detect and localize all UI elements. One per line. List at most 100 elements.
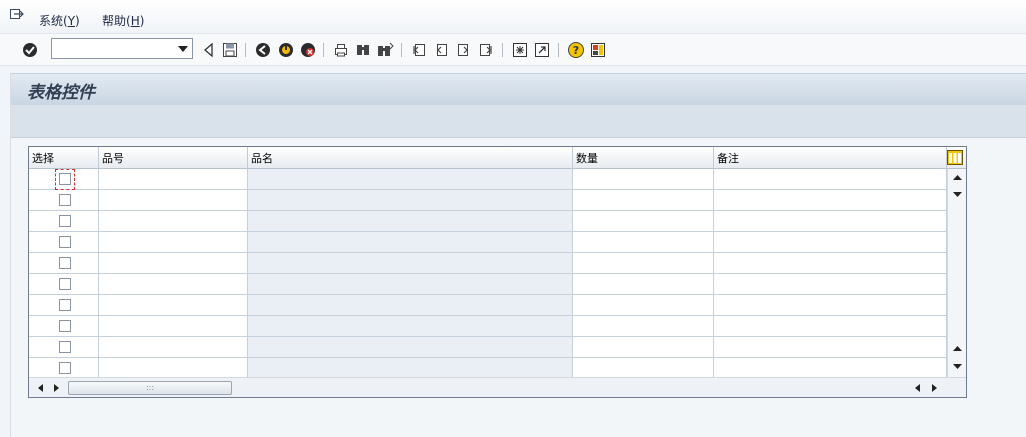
layout-menu-icon[interactable] [589,41,607,59]
row-select-checkbox[interactable] [59,257,71,269]
new-session-icon[interactable] [511,41,529,59]
quantity-cell[interactable] [573,169,714,189]
scroll-down-icon[interactable] [951,360,963,372]
scroll-left-icon[interactable] [34,382,46,394]
item-no-cell[interactable] [99,274,248,294]
quantity-cell[interactable] [573,316,714,336]
column-header-remark[interactable]: 备注 [714,147,947,169]
item-no-cell[interactable] [99,232,248,252]
select-cell[interactable] [29,358,99,378]
item-name-cell[interactable] [248,169,573,189]
print-icon[interactable] [332,41,350,59]
item-name-cell[interactable] [248,232,573,252]
item-no-cell[interactable] [99,295,248,315]
row-select-checkbox[interactable] [59,194,71,206]
page-down-icon[interactable] [951,188,963,200]
save-icon[interactable] [221,41,239,59]
exit-icon[interactable] [277,41,295,59]
select-cell[interactable] [29,316,99,336]
back-navigation-icon[interactable] [254,41,272,59]
select-cell[interactable] [29,190,99,210]
first-page-icon[interactable] [410,41,428,59]
row-select-checkbox[interactable] [59,320,71,332]
row-select-checkbox[interactable] [59,362,71,374]
scroll-left-end-icon[interactable] [911,382,923,394]
select-cell[interactable] [29,253,99,273]
quantity-cell[interactable] [573,232,714,252]
next-page-icon[interactable] [455,41,473,59]
system-menu-icon[interactable] [10,9,24,21]
command-dropdown-button[interactable] [174,39,192,58]
row-select-checkbox[interactable] [59,299,71,311]
row-select-checkbox[interactable] [59,236,71,248]
column-header-item-no[interactable]: 品号 [99,147,248,169]
cancel-icon[interactable] [299,41,317,59]
column-header-quantity[interactable]: 数量 [573,147,714,169]
item-name-cell[interactable] [248,211,573,231]
back-icon[interactable] [200,41,218,59]
last-page-icon[interactable] [477,41,495,59]
page-up-icon[interactable] [951,342,963,354]
row-select-checkbox[interactable] [59,278,71,290]
remark-cell[interactable] [714,232,947,252]
remark-cell[interactable] [714,274,947,294]
shortcut-icon[interactable] [533,41,551,59]
find-next-icon[interactable] [376,41,394,59]
remark-cell[interactable] [714,211,947,231]
remark-cell[interactable] [714,169,947,189]
select-cell[interactable] [29,337,99,357]
remark-cell[interactable] [714,316,947,336]
horizontal-scrollbar[interactable]: ::: [29,377,966,397]
item-no-cell[interactable] [99,190,248,210]
item-no-cell[interactable] [99,253,248,273]
remark-cell[interactable] [714,253,947,273]
item-name-cell[interactable] [248,295,573,315]
scroll-right-end-icon[interactable] [928,382,940,394]
remark-cell[interactable] [714,190,947,210]
remark-cell[interactable] [714,295,947,315]
item-name-cell[interactable] [248,337,573,357]
svg-text:?: ? [573,44,579,57]
quantity-cell[interactable] [573,295,714,315]
help-icon[interactable]: ? [567,41,585,59]
remark-cell[interactable] [714,358,947,378]
menu-system[interactable]: 系统(Y) [39,12,80,29]
column-header-select[interactable]: 选择 [29,147,99,169]
vertical-scrollbar[interactable] [947,169,966,377]
row-select-checkbox[interactable] [59,215,71,227]
select-cell[interactable] [29,295,99,315]
quantity-cell[interactable] [573,358,714,378]
enter-check-icon[interactable] [21,41,39,59]
scroll-right-icon[interactable] [50,382,62,394]
item-name-cell[interactable] [248,253,573,273]
column-header-item-name[interactable]: 品名 [248,147,573,169]
item-name-cell[interactable] [248,358,573,378]
select-cell[interactable] [29,232,99,252]
select-cell[interactable] [29,169,99,190]
remark-cell[interactable] [714,337,947,357]
item-name-cell[interactable] [248,316,573,336]
command-input[interactable] [54,40,172,57]
previous-page-icon[interactable] [432,41,450,59]
item-no-cell[interactable] [99,169,248,189]
quantity-cell[interactable] [573,337,714,357]
menu-help[interactable]: 帮助(H) [102,12,144,29]
row-select-checkbox[interactable] [59,341,71,353]
select-cell[interactable] [29,211,99,231]
find-icon[interactable] [354,41,372,59]
item-no-cell[interactable] [99,337,248,357]
command-field[interactable] [51,38,193,59]
quantity-cell[interactable] [573,211,714,231]
scroll-up-icon[interactable] [951,171,963,183]
table-settings-icon[interactable] [947,150,963,165]
quantity-cell[interactable] [573,253,714,273]
item-name-cell[interactable] [248,190,573,210]
item-name-cell[interactable] [248,274,573,294]
select-cell[interactable] [29,274,99,294]
item-no-cell[interactable] [99,211,248,231]
horizontal-scroll-thumb[interactable]: ::: [68,381,232,395]
item-no-cell[interactable] [99,316,248,336]
quantity-cell[interactable] [573,190,714,210]
quantity-cell[interactable] [573,274,714,294]
item-no-cell[interactable] [99,358,248,378]
